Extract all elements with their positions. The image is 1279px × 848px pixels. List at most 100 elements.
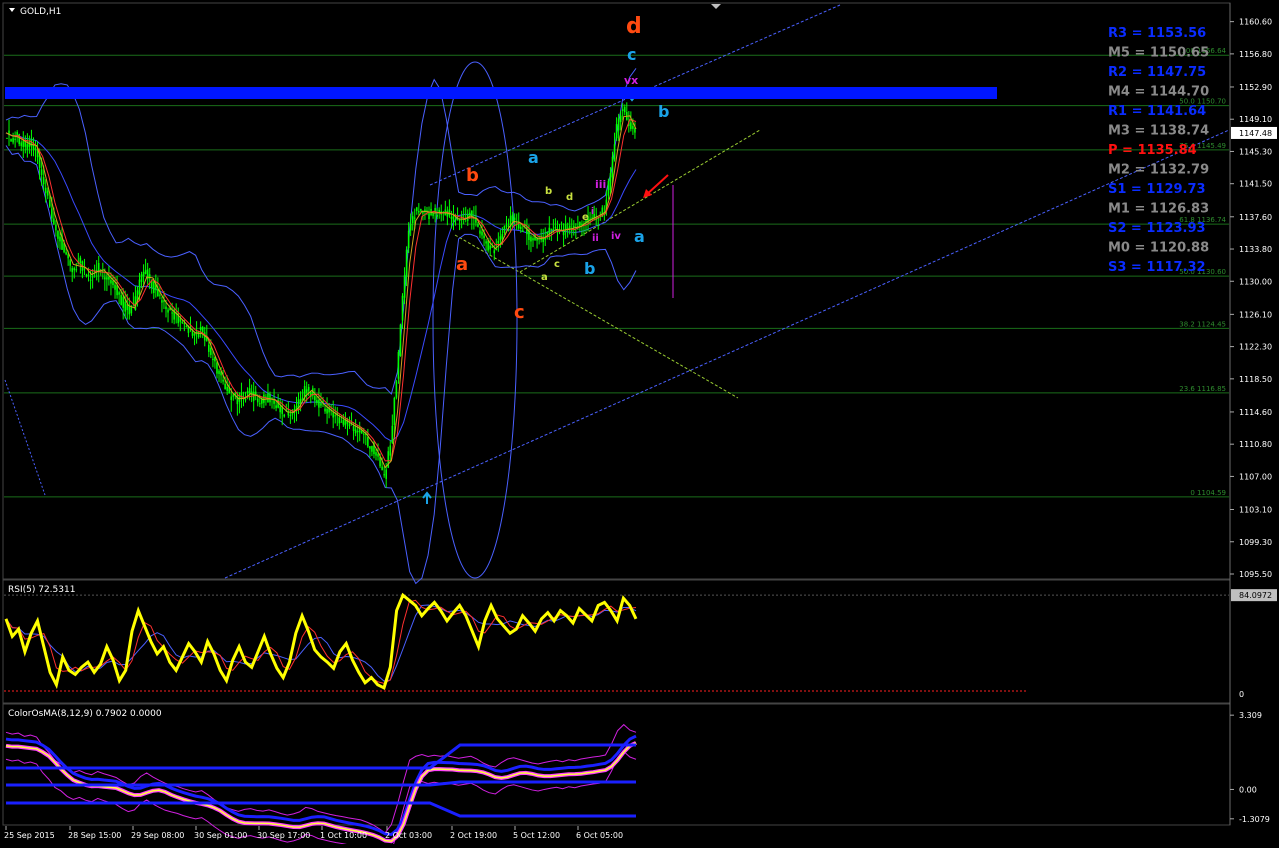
collapse-arrow-icon[interactable] bbox=[9, 8, 15, 12]
candle-body bbox=[399, 324, 402, 356]
pivot-levels-list: R3 = 1153.56 M5 = 1150.65 R2 = 1147.75 M4 =… bbox=[1108, 26, 1209, 275]
candle-body bbox=[275, 405, 277, 408]
candle-body bbox=[432, 213, 434, 216]
pivot-level-label: M0 = 1120.88 bbox=[1108, 241, 1209, 256]
price-tick-label: 1118.50 bbox=[1239, 375, 1272, 384]
candle-body bbox=[385, 469, 388, 479]
wave-label: b bbox=[658, 102, 669, 121]
candle-body bbox=[552, 228, 555, 230]
osma-tick-label: 0.00 bbox=[1239, 785, 1257, 794]
candle-body bbox=[34, 148, 37, 150]
candle-body bbox=[138, 279, 141, 295]
time-axis: 25 Sep 2015 28 Sep 15:00 29 Sep 08:00 30 Se… bbox=[4, 826, 623, 840]
candle-body bbox=[489, 245, 491, 250]
candle-body bbox=[418, 211, 420, 213]
candle-body bbox=[411, 216, 414, 224]
time-tick-label: 25 Sep 2015 bbox=[4, 831, 55, 840]
candle-body bbox=[230, 396, 233, 401]
pivot-level-label: M4 = 1144.70 bbox=[1108, 85, 1209, 100]
wave-label: vx bbox=[624, 74, 638, 87]
osma-tick-label: -1.3079 bbox=[1239, 815, 1270, 824]
candle-body bbox=[12, 138, 14, 143]
candle-body bbox=[413, 217, 416, 219]
pivot-level-label: P = 1135.84 bbox=[1108, 143, 1197, 158]
candle-body bbox=[91, 276, 94, 278]
time-tick-label: 5 Oct 12:00 bbox=[513, 831, 560, 840]
candle-body bbox=[85, 274, 88, 276]
candle-body bbox=[118, 292, 120, 295]
candle-body bbox=[238, 396, 241, 402]
candle-body bbox=[401, 295, 404, 321]
candle-body bbox=[623, 106, 626, 113]
wave-label: c bbox=[554, 259, 560, 270]
candle-body bbox=[144, 270, 147, 274]
price-tick-label: 1126.10 bbox=[1239, 310, 1272, 319]
wave-label: d bbox=[626, 14, 642, 39]
candle-body bbox=[44, 187, 47, 194]
fib-level-label: 0 1104.59 bbox=[1190, 489, 1226, 497]
candle-body bbox=[26, 144, 29, 150]
price-tick-label: 1122.30 bbox=[1239, 343, 1272, 352]
candle-body bbox=[391, 425, 394, 444]
candle-body bbox=[367, 437, 369, 447]
time-tick-label: 2 Oct 19:00 bbox=[450, 831, 497, 840]
candle-body bbox=[630, 122, 632, 130]
wave-label: b bbox=[466, 165, 479, 186]
candle-body bbox=[152, 281, 155, 293]
pivot-level-label: S1 = 1129.73 bbox=[1108, 182, 1206, 197]
wedge-upper-line bbox=[519, 129, 761, 273]
candle-body bbox=[183, 323, 186, 325]
candle-body bbox=[193, 333, 196, 336]
time-tick-label: 29 Sep 08:00 bbox=[131, 831, 184, 840]
candle-body bbox=[607, 181, 610, 196]
candle-body bbox=[381, 466, 383, 471]
candle-body bbox=[51, 208, 53, 219]
osma-level-low bbox=[6, 801, 636, 818]
candle-body bbox=[487, 240, 489, 251]
moving-average-yellow bbox=[5, 115, 637, 469]
candle-body bbox=[22, 140, 25, 147]
rsi-indicator: 84.0972 0 bbox=[4, 589, 1277, 699]
candle-body bbox=[201, 326, 204, 333]
candle-body bbox=[617, 118, 620, 131]
candle-body bbox=[554, 227, 557, 229]
candle-body bbox=[405, 249, 408, 278]
moving-average-red bbox=[5, 118, 637, 462]
candle-body bbox=[352, 426, 355, 431]
candle-body bbox=[497, 240, 500, 244]
candle-body bbox=[48, 200, 51, 207]
candle-body bbox=[289, 415, 292, 417]
wedge-lower-line bbox=[454, 234, 739, 399]
pivot-level-label: R1 = 1141.64 bbox=[1108, 104, 1206, 119]
rsi-signal-red bbox=[5, 599, 637, 684]
candle-body bbox=[185, 325, 188, 327]
chart-canvas[interactable]: 100 1156.6450.0 1150.7076.4 1145.4961.8 … bbox=[0, 0, 1279, 848]
candle-body bbox=[210, 347, 212, 355]
fibonacci-levels: 100 1156.6450.0 1150.7076.4 1145.4961.8 … bbox=[4, 47, 1229, 498]
candle-body bbox=[326, 408, 328, 414]
candle-body bbox=[112, 280, 114, 286]
trading-chart-window: 100 1156.64 50.0 1150.70 76.4 1145.49 61.8 … bbox=[0, 0, 1279, 848]
left-trend-line bbox=[4, 379, 46, 496]
osma-magenta-line bbox=[5, 741, 637, 844]
scroll-marker-icon[interactable] bbox=[711, 4, 721, 9]
candle-body bbox=[513, 217, 516, 221]
candle-body bbox=[128, 306, 131, 315]
candle-body bbox=[104, 277, 106, 280]
candle-body bbox=[122, 297, 124, 308]
price-tick-label: 1099.30 bbox=[1239, 538, 1272, 547]
candle-body bbox=[89, 279, 92, 281]
candle-body bbox=[422, 212, 424, 214]
time-tick-label: 30 Sep 17:00 bbox=[257, 831, 310, 840]
wave-label: c bbox=[627, 45, 636, 64]
candle-body bbox=[393, 397, 396, 425]
rsi-level-label: 84.0972 bbox=[1239, 591, 1272, 600]
time-tick-label: 30 Sep 01:00 bbox=[194, 831, 247, 840]
candle-body bbox=[415, 207, 418, 211]
candle-body bbox=[197, 331, 200, 338]
price-tick-label: 1141.50 bbox=[1239, 180, 1272, 189]
wave-label: c bbox=[514, 302, 525, 323]
wave-label: a bbox=[456, 254, 468, 275]
candle-body bbox=[142, 271, 145, 277]
candle-body bbox=[59, 236, 61, 242]
